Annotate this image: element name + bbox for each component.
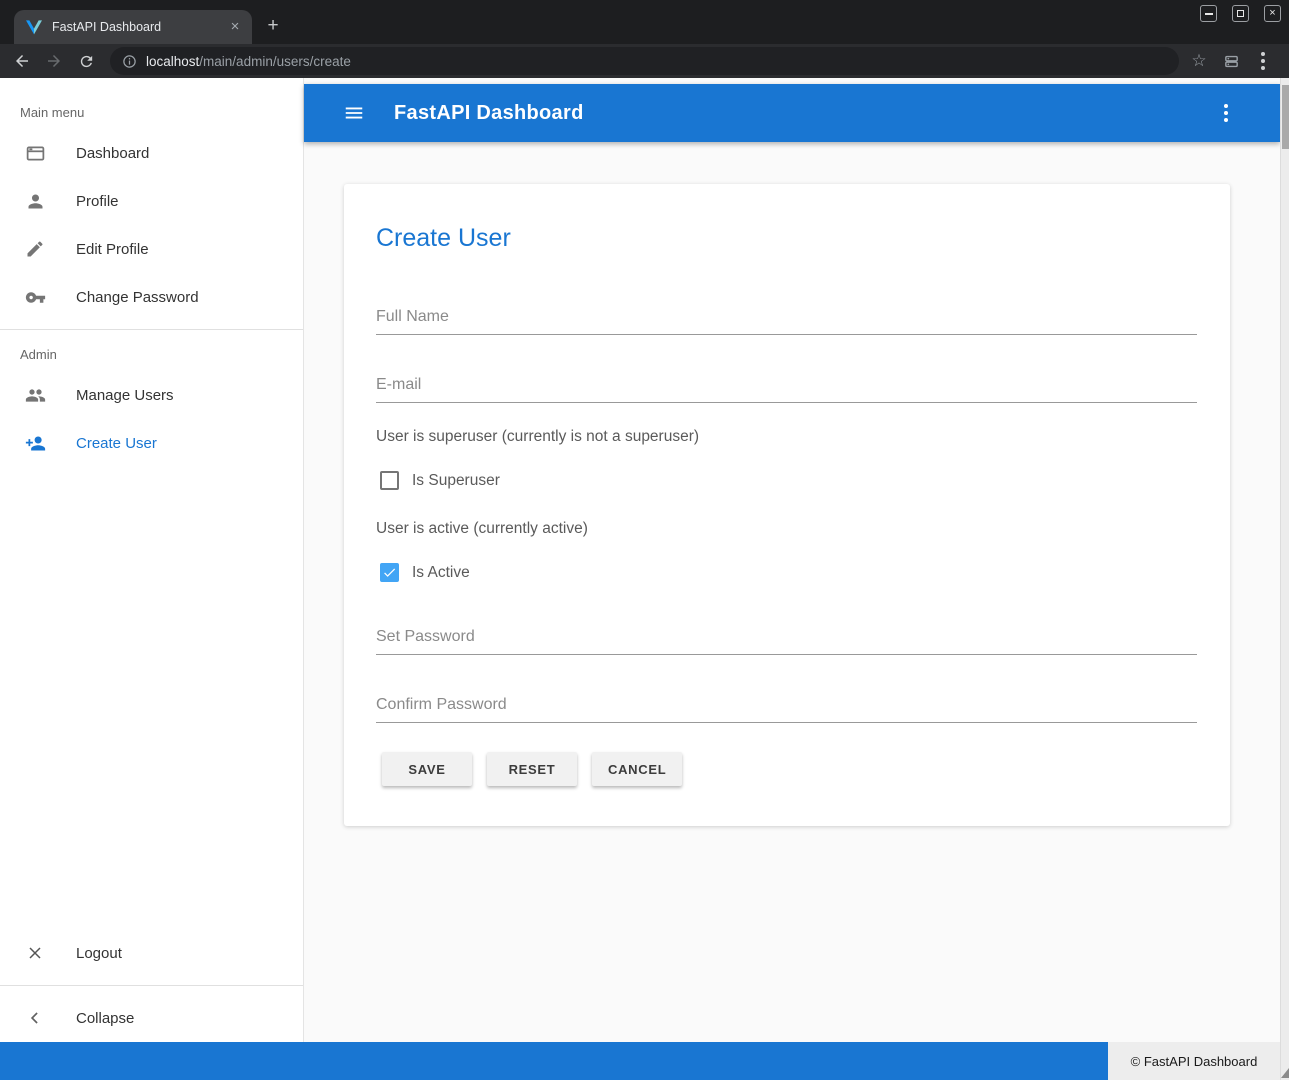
extensions-icon [1223,53,1240,70]
sidebar-item-manage-users[interactable]: Manage Users [0,371,303,419]
sidebar-divider [0,985,303,986]
sidebar-item-create-user[interactable]: Create User [0,419,303,467]
browser-window: FastAPI Dashboard × + × localhost/main/a… [0,0,1289,1080]
bookmark-button[interactable]: ☆ [1185,47,1213,75]
window-maximize-button[interactable] [1232,5,1249,22]
vuetify-favicon-icon [26,19,42,35]
tab-title: FastAPI Dashboard [52,20,226,34]
sidebar-item-label: Collapse [76,1010,134,1027]
sidebar-divider [0,329,303,330]
reset-button[interactable]: RESET [487,752,577,786]
sidebar-item-edit-profile[interactable]: Edit Profile [0,225,303,273]
is-active-checkbox[interactable] [380,563,399,582]
sidebar-item-label: Logout [76,945,122,962]
sidebar-item-label: Dashboard [76,145,149,162]
back-button[interactable] [8,47,36,75]
browser-tab[interactable]: FastAPI Dashboard × [14,10,252,44]
sidebar-section-admin: Admin [0,338,303,371]
save-button[interactable]: SAVE [382,752,472,786]
reload-icon [78,53,95,70]
browser-toolbar: localhost/main/admin/users/create ☆ [0,44,1289,78]
sidebar-item-label: Create User [76,435,157,452]
sidebar: Main menu Dashboard Profile [0,78,304,1042]
forward-button[interactable] [40,47,68,75]
sidebar-item-label: Change Password [76,289,199,306]
chevron-left-icon [24,1007,46,1029]
dashboard-icon [24,142,46,164]
app-bar: FastAPI Dashboard [304,84,1280,142]
scrollbar-thumb[interactable] [1282,85,1289,149]
forward-arrow-icon [45,52,63,70]
sidebar-bottom: Logout Collapse [0,929,303,1042]
email-input[interactable] [376,372,1197,403]
sidebar-item-collapse[interactable]: Collapse [0,994,303,1042]
scrollbar-corner-grip [1281,1068,1289,1078]
sidebar-item-label: Profile [76,193,119,210]
sidebar-item-dashboard[interactable]: Dashboard [0,129,303,177]
kebab-menu-icon [1261,52,1265,70]
tab-close-icon[interactable]: × [226,18,244,36]
browser-titlebar: FastAPI Dashboard × + × [0,0,1289,44]
footer: © FastAPI Dashboard [0,1042,1280,1080]
form-actions: SAVE RESET CANCEL [382,752,682,786]
window-controls: × [1200,5,1281,22]
confirm-password-input[interactable] [376,692,1197,723]
is-superuser-checkbox[interactable] [380,471,399,490]
window-close-button[interactable]: × [1264,5,1281,22]
superuser-hint: User is superuser (currently is not a su… [376,428,699,446]
minimize-icon [1205,13,1213,15]
people-icon [24,384,46,406]
reload-button[interactable] [72,47,100,75]
close-icon [24,942,46,964]
page-title: Create User [376,224,511,253]
create-user-card: Create User User is superuser (currently… [344,184,1230,826]
footer-copyright: © FastAPI Dashboard [1108,1042,1280,1080]
full-name-field [376,304,1197,335]
sidebar-item-change-password[interactable]: Change Password [0,273,303,321]
pencil-icon [24,238,46,260]
star-icon: ☆ [1191,51,1206,71]
sidebar-item-label: Edit Profile [76,241,149,258]
is-active-checkbox-row[interactable]: Is Active [380,563,470,582]
url-path: /main/admin/users/create [199,54,351,69]
sidebar-item-logout[interactable]: Logout [0,929,303,977]
nav-drawer-toggle-button[interactable] [336,95,372,131]
new-tab-button[interactable]: + [260,13,286,39]
checkbox-label: Is Active [412,564,470,582]
extensions-button[interactable] [1217,47,1245,75]
footer-bar [0,1042,1108,1080]
appbar-title: FastAPI Dashboard [394,102,584,125]
sidebar-item-label: Manage Users [76,387,174,404]
active-hint: User is active (currently active) [376,520,588,538]
maximize-icon [1237,10,1244,17]
set-password-input[interactable] [376,624,1197,655]
page-scrollbar[interactable] [1280,78,1289,1080]
check-icon [382,565,397,580]
confirm-password-field [376,692,1197,723]
person-add-icon [24,432,46,454]
hamburger-menu-icon [343,102,365,124]
page-info-icon[interactable] [122,54,137,69]
person-icon [24,190,46,212]
back-arrow-icon [13,52,31,70]
window-minimize-button[interactable] [1200,5,1217,22]
key-icon [24,286,46,308]
sidebar-item-profile[interactable]: Profile [0,177,303,225]
full-name-input[interactable] [376,304,1197,335]
is-superuser-checkbox-row[interactable]: Is Superuser [380,471,500,490]
cancel-button[interactable]: CANCEL [592,752,682,786]
url-text: localhost/main/admin/users/create [146,54,351,69]
email-field [376,372,1197,403]
address-bar[interactable]: localhost/main/admin/users/create [110,47,1179,75]
url-host: localhost [146,54,199,69]
browser-menu-button[interactable] [1249,47,1277,75]
sidebar-section-main-menu: Main menu [0,96,303,129]
set-password-field [376,624,1197,655]
kebab-menu-icon [1224,104,1228,122]
appbar-menu-button[interactable] [1208,95,1244,131]
checkbox-label: Is Superuser [412,472,500,490]
page-content: Main menu Dashboard Profile [0,78,1289,1080]
